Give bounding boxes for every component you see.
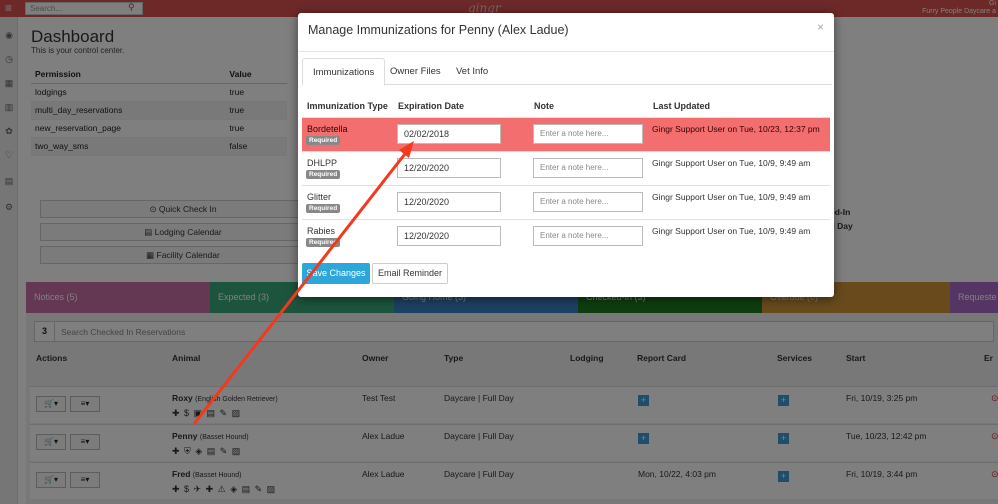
immunization-type: Rabies [307, 226, 336, 236]
column-header-last-updated: Last Updated [653, 101, 711, 111]
last-updated: Gingr Support User on Tue, 10/9, 9:49 am [652, 158, 811, 168]
divider [298, 51, 834, 52]
required-badge: Required [306, 170, 341, 179]
tab-vet-info[interactable]: Vet Info [446, 58, 498, 85]
note-input[interactable]: Enter a note here... [533, 192, 643, 212]
immunization-type: Glitter [307, 192, 332, 202]
column-header-immunization-type: Immunization Type [307, 101, 388, 111]
last-updated: Gingr Support User on Tue, 10/9, 9:49 am [652, 192, 811, 202]
expiration-date-input[interactable]: 12/20/2020 [397, 158, 501, 178]
save-changes-button[interactable]: Save Changes [302, 263, 370, 284]
immunization-row: Rabies Required 12/20/2020 Enter a note … [302, 219, 830, 253]
note-input[interactable]: Enter a note here... [533, 124, 643, 144]
immunization-row: Glitter Required 12/20/2020 Enter a note… [302, 185, 830, 219]
tab-immunizations[interactable]: Immunizations [302, 58, 386, 86]
immunization-row: DHLPP Required 12/20/2020 Enter a note h… [302, 151, 830, 185]
modal-title: Manage Immunizations for Penny (Alex Lad… [308, 23, 569, 37]
expiration-date-input[interactable]: 12/20/2020 [397, 226, 501, 246]
column-header-expiration-date: Expiration Date [398, 101, 465, 111]
column-header-note: Note [534, 101, 554, 111]
tab-owner-files[interactable]: Owner Files [380, 58, 451, 85]
modal-tabs: Immunizations Owner Files Vet Info [302, 58, 832, 86]
note-input[interactable]: Enter a note here... [533, 158, 643, 178]
note-input[interactable]: Enter a note here... [533, 226, 643, 246]
last-updated: Gingr Support User on Tue, 10/23, 12:37 … [652, 124, 820, 134]
required-badge: Required [306, 204, 341, 213]
expiration-date-input[interactable]: 12/20/2020 [397, 192, 501, 212]
email-reminder-button[interactable]: Email Reminder [372, 263, 448, 284]
last-updated: Gingr Support User on Tue, 10/9, 9:49 am [652, 226, 811, 236]
immunization-type: DHLPP [307, 158, 338, 168]
immunization-type: Bordetella [307, 124, 348, 134]
close-icon[interactable]: × [817, 20, 824, 34]
expiration-date-input[interactable]: 02/02/2018 [397, 124, 501, 144]
required-badge: Required [306, 136, 341, 145]
immunization-row: Bordetella Required 02/02/2018 Enter a n… [302, 117, 830, 151]
immunizations-modal: Manage Immunizations for Penny (Alex Lad… [298, 13, 834, 297]
required-badge: Required [306, 238, 341, 247]
